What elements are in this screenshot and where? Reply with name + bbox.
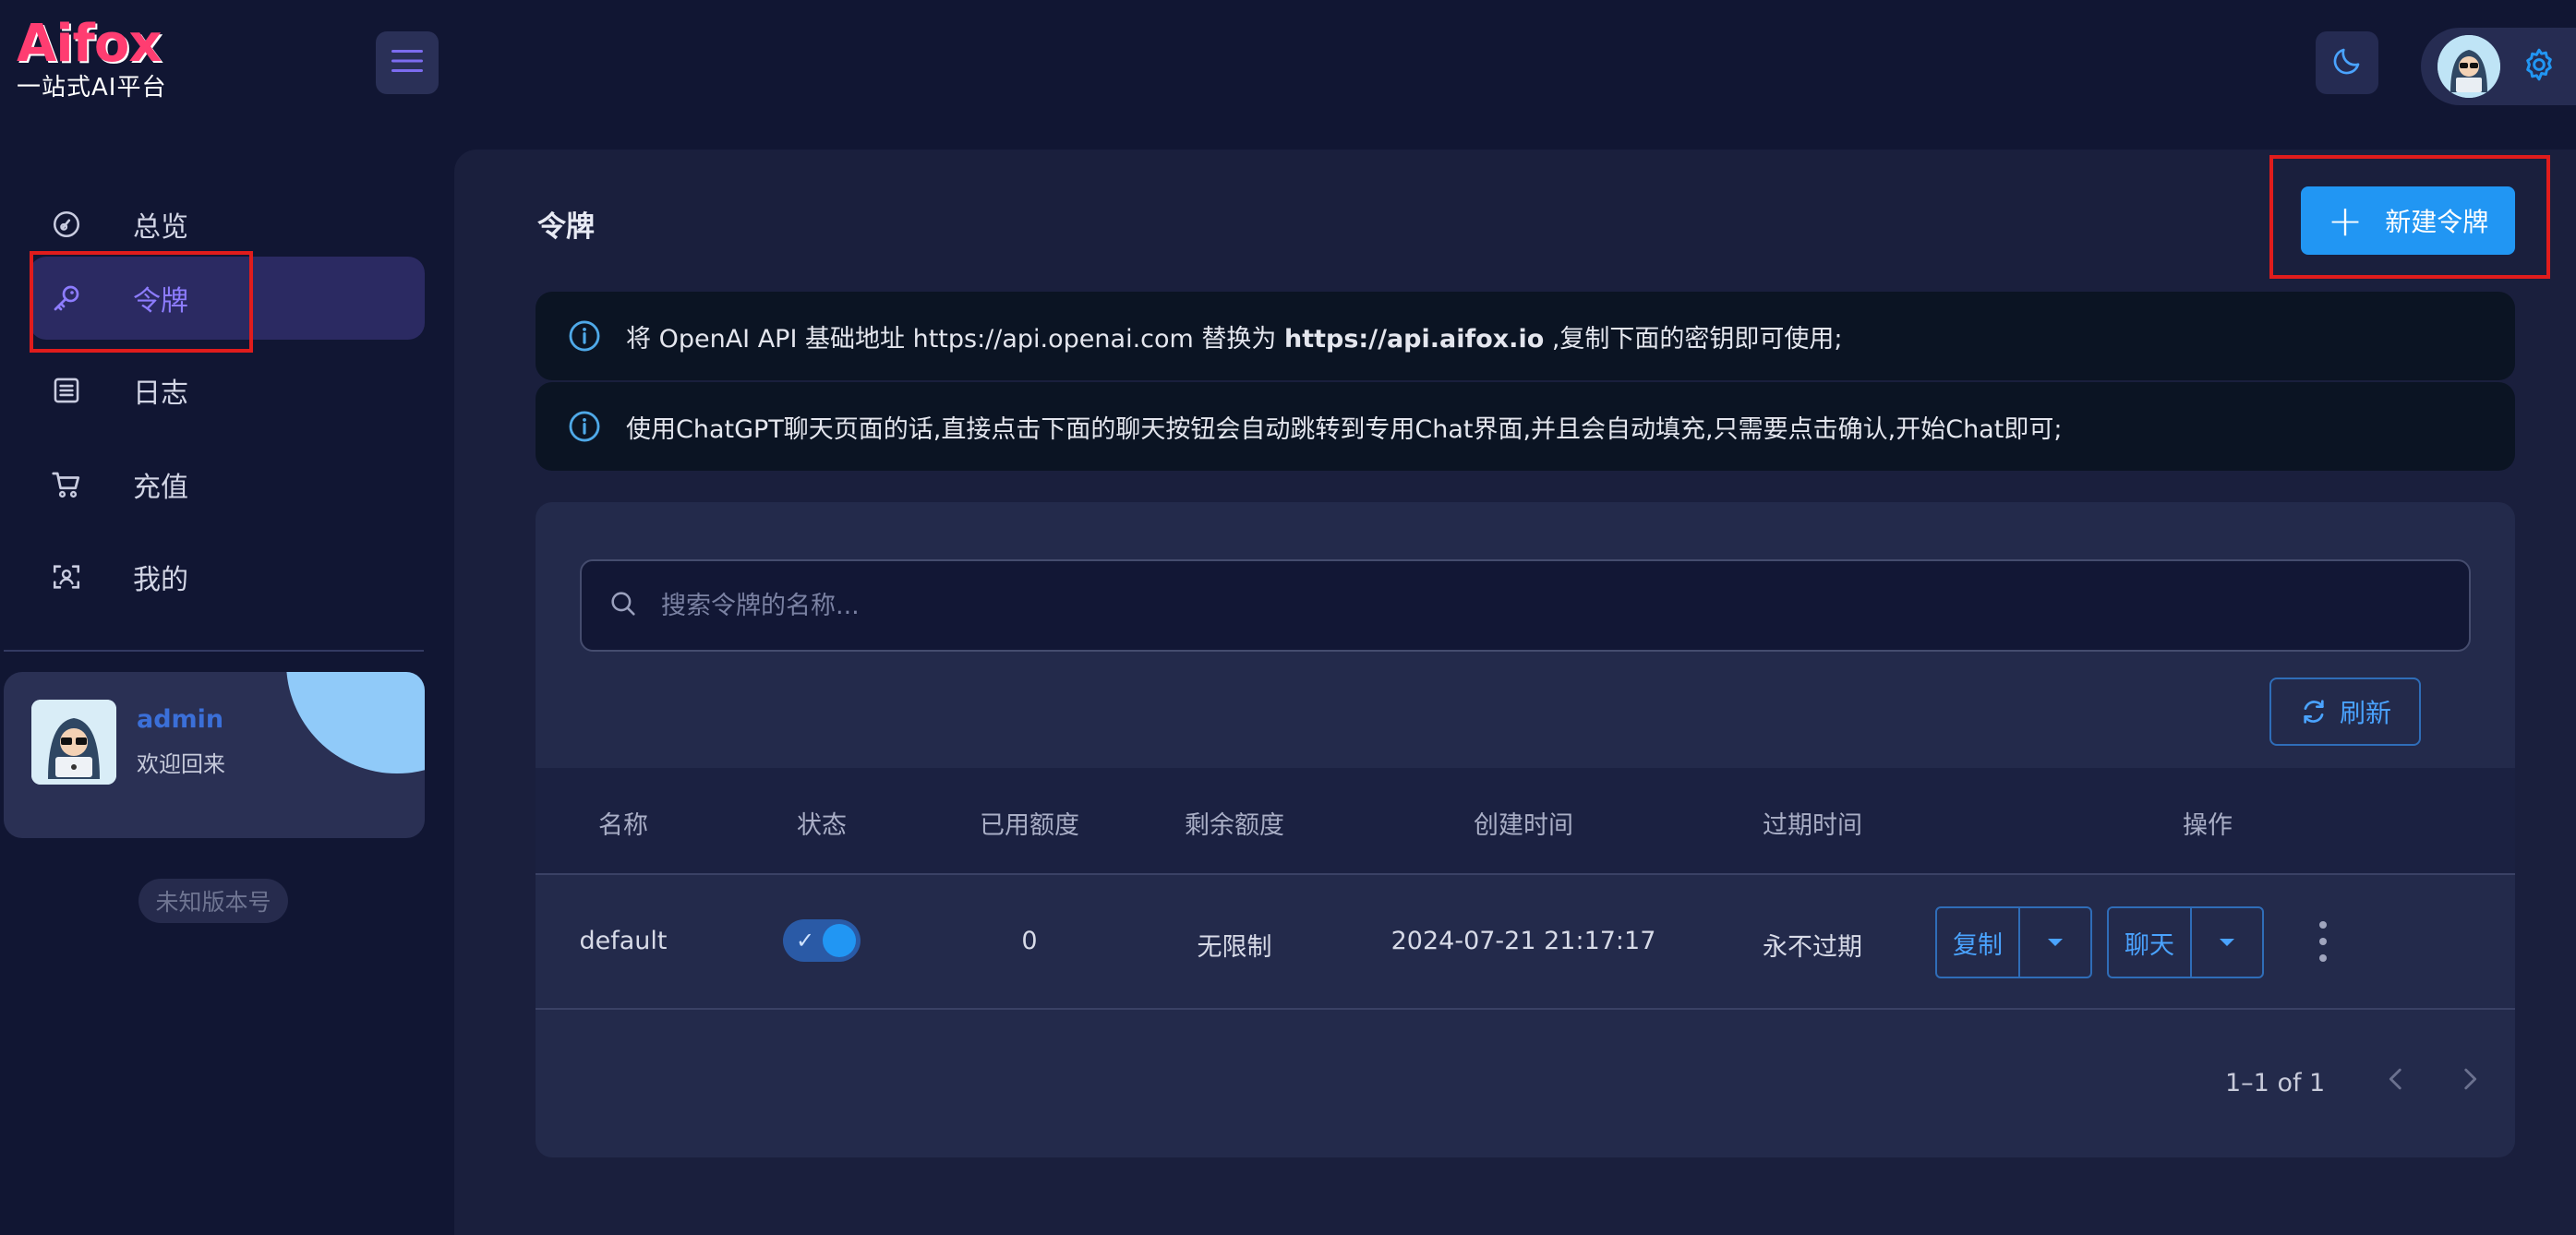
status-toggle[interactable]: ✓ <box>783 919 861 962</box>
chevron-right-icon[interactable] <box>2454 1063 2486 1098</box>
sidebar-item-label: 总览 <box>133 211 188 244</box>
column-header-actions: 操作 <box>2183 811 2233 840</box>
alert-text: 将 OpenAI API 基础地址 https://api.openai.com… <box>626 318 1843 354</box>
search-input[interactable] <box>661 591 2415 620</box>
alert-text-prefix: 将 OpenAI API 基础地址 https://api.openai.com… <box>626 324 1284 354</box>
copy-split-button: 复制 <box>1935 906 2092 978</box>
column-header-expires[interactable]: 过期时间 <box>1763 805 1862 841</box>
sidebar-item-label: 充值 <box>133 472 188 504</box>
highlight-box-new-token <box>2269 155 2550 279</box>
expire-time: 永不过期 <box>1763 933 1862 962</box>
highlight-box-tokens-nav <box>30 251 253 353</box>
user-card: admin 欢迎回来 <box>4 672 425 838</box>
refresh-label: 刷新 <box>2339 698 2391 728</box>
chevron-left-icon[interactable] <box>2380 1063 2412 1098</box>
document-list-icon <box>48 372 85 409</box>
decorative-blob <box>286 672 425 773</box>
logo-text: Aifox <box>17 14 163 74</box>
info-icon <box>567 409 602 444</box>
sidebar-divider <box>4 650 424 652</box>
column-header-name[interactable]: 名称 <box>598 805 648 841</box>
sidebar-item-label: 日志 <box>133 378 188 410</box>
search-box[interactable] <box>580 559 2471 652</box>
menu-toggle-button[interactable] <box>376 31 439 94</box>
brand-logo[interactable]: Aifox 一站式AI平台 <box>17 17 174 109</box>
alert-text-suffix: ,复制下面的密钥即可使用; <box>1544 324 1843 354</box>
created-time: 2024-07-21 21:17:17 <box>1390 927 1656 955</box>
hamburger-icon <box>391 49 423 77</box>
token-name: default <box>579 927 668 955</box>
dashboard-icon <box>48 206 85 243</box>
chat-dropdown-button[interactable] <box>2192 908 2262 977</box>
table-row: default ✓ 0 无限制 2024-07-21 21:17:17 永不过期… <box>536 875 2515 1010</box>
remaining-quota: 无限制 <box>1197 933 1272 962</box>
info-alert-base-url: 将 OpenAI API 基础地址 https://api.openai.com… <box>536 292 2515 380</box>
page-title: 令牌 <box>537 210 595 244</box>
sidebar-item-label: 我的 <box>133 564 188 596</box>
used-quota: 0 <box>1021 927 1038 955</box>
more-options-icon[interactable] <box>2316 921 2330 962</box>
gear-icon[interactable] <box>2521 46 2558 87</box>
alert-url: https://api.aifox.io <box>1283 324 1545 354</box>
token-table-card: 刷新 名称 状态 已用额度 剩余额度 创建时间 过期时间 操作 default … <box>536 502 2515 1157</box>
search-icon <box>608 588 639 623</box>
alert-text: 使用ChatGPT聊天页面的话,直接点击下面的聊天按钮会自动跳转到专用Chat界… <box>626 414 2063 444</box>
table-header: 名称 状态 已用额度 剩余额度 创建时间 过期时间 操作 <box>536 768 2515 875</box>
copy-button[interactable]: 复制 <box>1937 908 2020 977</box>
info-alert-chat: 使用ChatGPT聊天页面的话,直接点击下面的聊天按钮会自动跳转到专用Chat界… <box>536 382 2515 471</box>
column-header-used[interactable]: 已用额度 <box>980 805 1079 841</box>
sidebar-item-logs[interactable]: 日志 <box>37 349 425 432</box>
cart-icon <box>48 466 85 503</box>
caret-down-icon <box>2048 939 2063 946</box>
welcome-text: 欢迎回来 <box>137 751 225 777</box>
copy-dropdown-button[interactable] <box>2020 908 2090 977</box>
info-icon <box>567 318 602 354</box>
chat-split-button: 聊天 <box>2107 906 2264 978</box>
moon-icon <box>2330 44 2364 81</box>
sidebar-item-topup[interactable]: 充值 <box>37 443 425 526</box>
avatar[interactable] <box>2438 35 2500 98</box>
pagination-info: 1–1 of 1 <box>2225 1069 2326 1097</box>
check-icon: ✓ <box>796 928 815 953</box>
column-header-created[interactable]: 创建时间 <box>1474 805 1573 841</box>
column-header-status[interactable]: 状态 <box>797 805 847 841</box>
caret-down-icon <box>2220 939 2234 946</box>
chat-button[interactable]: 聊天 <box>2109 908 2192 977</box>
theme-toggle-button[interactable] <box>2316 31 2378 94</box>
main-panel: 令牌 + 新建令牌 将 OpenAI API 基础地址 https://api.… <box>454 150 2576 1235</box>
version-badge: 未知版本号 <box>138 879 288 923</box>
refresh-button[interactable]: 刷新 <box>2269 677 2421 746</box>
column-header-remaining[interactable]: 剩余额度 <box>1185 805 1284 841</box>
toggle-knob <box>823 924 856 957</box>
user-scan-icon <box>48 558 85 595</box>
profile-menu[interactable] <box>2421 28 2576 105</box>
refresh-icon <box>2304 700 2324 724</box>
logo-tagline: 一站式AI平台 <box>17 74 167 102</box>
sidebar-item-profile[interactable]: 我的 <box>37 535 425 618</box>
avatar <box>31 700 116 785</box>
user-name: admin <box>137 705 224 734</box>
